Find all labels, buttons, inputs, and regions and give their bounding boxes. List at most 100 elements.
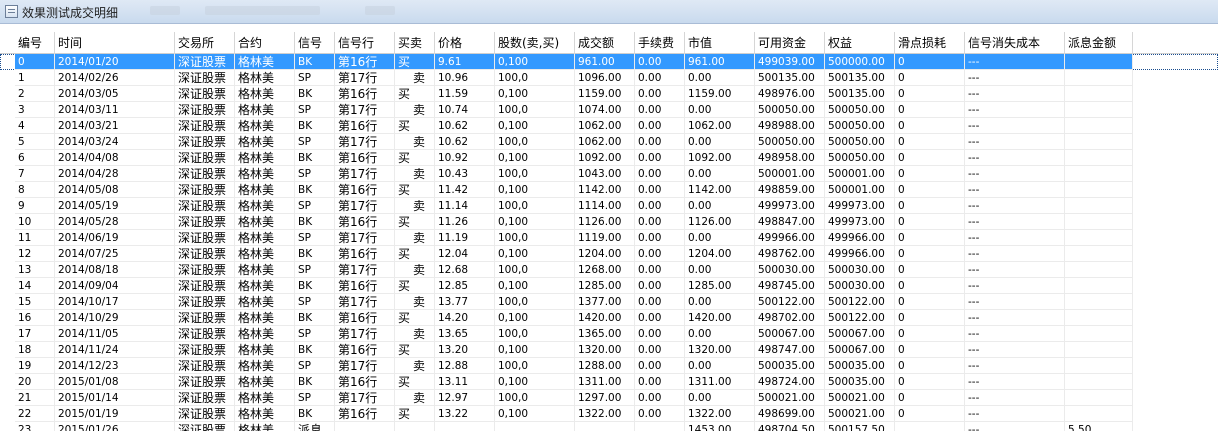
table-row[interactable]: 13 2014/08/18 深证股票 格林美 SP 第17行卖 12.68 100,0 1268… xyxy=(0,262,1218,278)
table-row[interactable]: 7 2014/04/28 深证股票 格林美 SP 第17行卖 10.43 100,0 1043.… xyxy=(0,166,1218,182)
cell-turnover: 1377.00 xyxy=(575,294,635,310)
cell-equity: 500035.00 xyxy=(825,358,895,374)
table-row[interactable]: 16 2014/10/29 深证股票 格林美 BK 第16行买 14.20 0,100 1420… xyxy=(0,310,1218,326)
cell-fee: 0.00 xyxy=(635,310,685,326)
cell-shares: 100,0 xyxy=(495,262,575,278)
table-row[interactable]: 18 2014/11/24 深证股票 格林美 BK 第16行买 13.20 0,100 1320… xyxy=(0,342,1218,358)
table-row[interactable]: 10 2014/05/28 深证股票 格林美 BK 第16行买 11.26 0,100 1126… xyxy=(0,214,1218,230)
cell-available-funds: 500035.00 xyxy=(755,358,825,374)
cell-turnover: 1288.00 xyxy=(575,358,635,374)
cell-contract: 格林美 xyxy=(235,134,295,150)
cell-signal-line: 第16行 xyxy=(335,374,395,390)
column-header-fee[interactable]: 手续费 xyxy=(635,32,685,54)
cell-side: 买 xyxy=(395,214,435,230)
cell-side: 卖 xyxy=(395,230,435,246)
table-row[interactable]: 2 2014/03/05 深证股票 格林美 BK 第16行买 11.59 0,100 1159.… xyxy=(0,86,1218,102)
table-row[interactable]: 19 2014/12/23 深证股票 格林美 SP 第17行卖 12.88 100,0 1288… xyxy=(0,358,1218,374)
column-header-available-funds[interactable]: 可用资金 xyxy=(755,32,825,54)
cell-exchange: 深证股票 xyxy=(175,54,235,70)
cell-dividend xyxy=(1065,246,1133,262)
cell-time: 2014/04/08 xyxy=(55,150,175,166)
column-header-market-value[interactable]: 市值 xyxy=(685,32,755,54)
cell-contract: 格林美 xyxy=(235,198,295,214)
cell-price: 12.97 xyxy=(435,390,495,406)
cell-signal-vanish-cost: --- xyxy=(965,294,1065,310)
table-row[interactable]: 23 2015/01/26 深证股票 格林美 派息 1453.00 498704.50 500… xyxy=(0,422,1218,431)
table-row[interactable]: 6 2014/04/08 深证股票 格林美 BK 第16行买 10.92 0,100 1092.… xyxy=(0,150,1218,166)
cell-available-funds: 500050.00 xyxy=(755,102,825,118)
cell-market-value: 0.00 xyxy=(685,166,755,182)
table-row[interactable]: 21 2015/01/14 深证股票 格林美 SP 第17行卖 12.97 100,0 1297… xyxy=(0,390,1218,406)
cell-market-value: 1311.00 xyxy=(685,374,755,390)
table-row[interactable]: 20 2015/01/08 深证股票 格林美 BK 第16行买 13.11 0,100 1311… xyxy=(0,374,1218,390)
cell-price: 11.59 xyxy=(435,86,495,102)
cell-available-funds: 500030.00 xyxy=(755,262,825,278)
cell-signal-line: 第17行 xyxy=(335,358,395,374)
table-row[interactable]: 9 2014/05/19 深证股票 格林美 SP 第17行卖 11.14 100,0 1114.… xyxy=(0,198,1218,214)
column-header-slippage[interactable]: 滑点损耗 xyxy=(895,32,965,54)
cell-contract: 格林美 xyxy=(235,54,295,70)
column-header-exchange[interactable]: 交易所 xyxy=(175,32,235,54)
trade-detail-grid[interactable]: 编号 时间 交易所 合约 信号 信号行 买卖 价格 股数(卖,买) 成交额 手续费 市值 可用资金 权益滑… xyxy=(0,24,1218,431)
cell-shares: 0,100 xyxy=(495,54,575,70)
cell-signal-vanish-cost: --- xyxy=(965,278,1065,294)
column-header-price[interactable]: 价格 xyxy=(435,32,495,54)
cell-dividend xyxy=(1065,406,1133,422)
column-header-signal[interactable]: 信号 xyxy=(295,32,335,54)
cell-signal: BK xyxy=(295,150,335,166)
column-header-signal-vanish-cost[interactable]: 信号消失成本 xyxy=(965,32,1065,54)
cell-price: 11.14 xyxy=(435,198,495,214)
cell-exchange: 深证股票 xyxy=(175,422,235,431)
table-row[interactable]: 4 2014/03/21 深证股票 格林美 BK 第16行买 10.62 0,100 1062.… xyxy=(0,118,1218,134)
column-header-turnover[interactable]: 成交额 xyxy=(575,32,635,54)
table-row[interactable]: 0 2014/01/20 深证股票 格林美 BK 第16行买 9.61 0,100 961.00… xyxy=(0,54,1218,70)
cell-time: 2014/03/05 xyxy=(55,86,175,102)
title-bar[interactable]: 效果测试成交明细 xyxy=(0,0,1218,24)
cell-signal-line: 第17行 xyxy=(335,134,395,150)
column-header-shares[interactable]: 股数(卖,买) xyxy=(495,32,575,54)
column-header-equity[interactable]: 权益 xyxy=(825,32,895,54)
cell-exchange: 深证股票 xyxy=(175,310,235,326)
cell-turnover: 1074.00 xyxy=(575,102,635,118)
cell-available-funds: 500001.00 xyxy=(755,166,825,182)
cell-exchange: 深证股票 xyxy=(175,358,235,374)
column-header-signal-line[interactable]: 信号行 xyxy=(335,32,395,54)
column-header-dividend[interactable]: 派息金额 xyxy=(1065,32,1133,54)
table-row[interactable]: 14 2014/09/04 深证股票 格林美 BK 第16行买 12.85 0,100 1285… xyxy=(0,278,1218,294)
cell-slippage: 0 xyxy=(895,54,965,70)
blurred-background-title xyxy=(150,6,180,15)
cell-signal-line: 第16行 xyxy=(335,182,395,198)
cell-side: 卖 xyxy=(395,134,435,150)
table-row[interactable]: 5 2014/03/24 深证股票 格林美 SP 第17行卖 10.62 100,0 1062.… xyxy=(0,134,1218,150)
table-row[interactable]: 1 2014/02/26 深证股票 格林美 SP 第17行卖 10.96 100,0 1096.… xyxy=(0,70,1218,86)
table-row[interactable]: 22 2015/01/19 深证股票 格林美 BK 第16行买 13.22 0,100 1322… xyxy=(0,406,1218,422)
cell-shares: 100,0 xyxy=(495,70,575,86)
table-row[interactable]: 15 2014/10/17 深证股票 格林美 SP 第17行卖 13.77 100,0 1377… xyxy=(0,294,1218,310)
table-row[interactable]: 3 2014/03/11 深证股票 格林美 SP 第17行卖 10.74 100,0 1074.… xyxy=(0,102,1218,118)
cell-fee: 0.00 xyxy=(635,182,685,198)
cell-signal: SP xyxy=(295,230,335,246)
cell-equity: 500122.00 xyxy=(825,294,895,310)
cell-price: 10.43 xyxy=(435,166,495,182)
cell-contract: 格林美 xyxy=(235,358,295,374)
cell-fee: 0.00 xyxy=(635,406,685,422)
table-row[interactable]: 12 2014/07/25 深证股票 格林美 BK 第16行买 12.04 0,100 1204… xyxy=(0,246,1218,262)
cell-signal: 派息 xyxy=(295,422,335,431)
column-header-time[interactable]: 时间 xyxy=(55,32,175,54)
table-row[interactable]: 17 2014/11/05 深证股票 格林美 SP 第17行卖 13.65 100,0 1365… xyxy=(0,326,1218,342)
cell-signal: SP xyxy=(295,166,335,182)
cell-market-value: 1159.00 xyxy=(685,86,755,102)
cell-signal-vanish-cost: --- xyxy=(965,102,1065,118)
cell-fee: 0.00 xyxy=(635,262,685,278)
cell-dividend xyxy=(1065,326,1133,342)
cell-market-value: 0.00 xyxy=(685,230,755,246)
column-header-id[interactable]: 编号 xyxy=(15,32,55,54)
cell-signal-vanish-cost: --- xyxy=(965,214,1065,230)
table-row[interactable]: 11 2014/06/19 深证股票 格林美 SP 第17行卖 11.19 100,0 1119… xyxy=(0,230,1218,246)
table-row[interactable]: 8 2014/05/08 深证股票 格林美 BK 第16行买 11.42 0,100 1142.… xyxy=(0,182,1218,198)
column-header-contract[interactable]: 合约 xyxy=(235,32,295,54)
cell-signal-line xyxy=(335,422,395,431)
cell-price: 12.68 xyxy=(435,262,495,278)
column-header-side[interactable]: 买卖 xyxy=(395,32,435,54)
cell-fee: 0.00 xyxy=(635,134,685,150)
